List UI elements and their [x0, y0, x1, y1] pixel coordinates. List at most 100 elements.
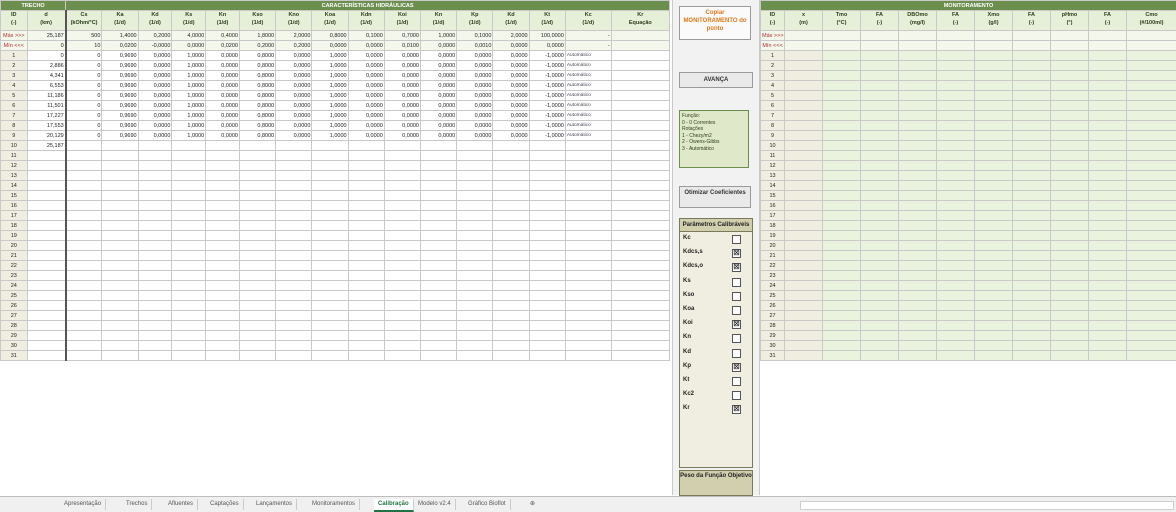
- cell[interactable]: 0: [27, 51, 66, 61]
- cell[interactable]: [937, 111, 975, 121]
- cell[interactable]: [1127, 231, 1176, 241]
- cell[interactable]: [565, 201, 611, 211]
- cell[interactable]: [611, 281, 669, 291]
- cell[interactable]: [457, 151, 493, 161]
- cell[interactable]: [899, 141, 937, 151]
- cell[interactable]: [102, 281, 138, 291]
- avanca-button[interactable]: AVANÇA: [679, 72, 753, 88]
- cell[interactable]: [239, 331, 275, 341]
- cell[interactable]: [1089, 231, 1127, 241]
- horizontal-scrollbar[interactable]: [800, 501, 1174, 510]
- cell[interactable]: 0,0000: [493, 51, 529, 61]
- cell[interactable]: [1127, 311, 1176, 321]
- cell[interactable]: 0,0010: [457, 41, 493, 51]
- cell[interactable]: [421, 341, 457, 351]
- cell[interactable]: [565, 171, 611, 181]
- cell[interactable]: [529, 281, 565, 291]
- cell[interactable]: [1051, 251, 1089, 261]
- cell[interactable]: [276, 281, 312, 291]
- cell[interactable]: [899, 251, 937, 261]
- cell[interactable]: [239, 191, 275, 201]
- cell[interactable]: [384, 141, 420, 151]
- cell[interactable]: [1089, 261, 1127, 271]
- cell[interactable]: [348, 301, 384, 311]
- cell[interactable]: 0,0000: [276, 91, 312, 101]
- cell[interactable]: [1051, 181, 1089, 191]
- cell[interactable]: [861, 91, 899, 101]
- cell[interactable]: [861, 181, 899, 191]
- tab-trechos[interactable]: Trechos: [122, 499, 152, 510]
- cell[interactable]: [1127, 271, 1176, 281]
- cell[interactable]: 19: [1, 231, 28, 241]
- cell[interactable]: 0,0000: [348, 121, 384, 131]
- cell[interactable]: 23: [761, 271, 785, 281]
- cell[interactable]: 17,553: [27, 121, 66, 131]
- cell[interactable]: [785, 341, 823, 351]
- cell[interactable]: 0,8000: [312, 31, 348, 41]
- cell[interactable]: 1,0000: [312, 51, 348, 61]
- cell[interactable]: [975, 31, 1013, 41]
- cell[interactable]: [611, 231, 669, 241]
- cell[interactable]: [785, 291, 823, 301]
- cell[interactable]: [1127, 111, 1176, 121]
- cell[interactable]: [138, 341, 172, 351]
- cell[interactable]: [1051, 111, 1089, 121]
- cell[interactable]: 0,8000: [239, 91, 275, 101]
- cell[interactable]: [172, 321, 206, 331]
- cell[interactable]: 3: [761, 71, 785, 81]
- cell[interactable]: [27, 321, 66, 331]
- cell[interactable]: 15: [761, 191, 785, 201]
- cell[interactable]: [66, 321, 102, 331]
- cell[interactable]: 0,9690: [102, 61, 138, 71]
- cell[interactable]: 23: [1, 271, 28, 281]
- cell[interactable]: [1127, 61, 1176, 71]
- cell[interactable]: [1013, 71, 1051, 81]
- cell[interactable]: [899, 51, 937, 61]
- cell[interactable]: [861, 51, 899, 61]
- cell[interactable]: 17,227: [27, 111, 66, 121]
- cell[interactable]: [823, 311, 861, 321]
- cell[interactable]: [937, 121, 975, 131]
- cell[interactable]: [276, 231, 312, 241]
- cell[interactable]: [384, 301, 420, 311]
- cell[interactable]: [206, 191, 240, 201]
- cell[interactable]: 13: [1, 171, 28, 181]
- cell[interactable]: 2: [761, 61, 785, 71]
- cell[interactable]: 24: [761, 281, 785, 291]
- cell[interactable]: [206, 221, 240, 231]
- cell[interactable]: 0,0000: [421, 111, 457, 121]
- cell[interactable]: [312, 141, 348, 151]
- cell[interactable]: [1127, 321, 1176, 331]
- cell[interactable]: [239, 171, 275, 181]
- cell[interactable]: [565, 321, 611, 331]
- cell[interactable]: [975, 291, 1013, 301]
- cell[interactable]: [899, 111, 937, 121]
- cell[interactable]: [1013, 171, 1051, 181]
- cell[interactable]: [937, 51, 975, 61]
- cell[interactable]: [348, 241, 384, 251]
- cell[interactable]: [565, 141, 611, 151]
- cell[interactable]: [27, 211, 66, 221]
- cell[interactable]: [937, 161, 975, 171]
- cell[interactable]: [529, 261, 565, 271]
- cell[interactable]: [823, 171, 861, 181]
- cell[interactable]: [937, 301, 975, 311]
- cell[interactable]: [421, 331, 457, 341]
- cell[interactable]: [937, 231, 975, 241]
- cell[interactable]: [206, 331, 240, 341]
- cell[interactable]: [66, 211, 102, 221]
- cell[interactable]: 18: [1, 221, 28, 231]
- cell[interactable]: [206, 201, 240, 211]
- cell[interactable]: [937, 171, 975, 181]
- cell[interactable]: [457, 311, 493, 321]
- cell[interactable]: [421, 201, 457, 211]
- cell[interactable]: [102, 351, 138, 361]
- cell[interactable]: [102, 161, 138, 171]
- cell[interactable]: [1013, 281, 1051, 291]
- cell[interactable]: [899, 31, 937, 41]
- cell[interactable]: [348, 161, 384, 171]
- cell[interactable]: [1127, 341, 1176, 351]
- cell[interactable]: [1089, 191, 1127, 201]
- cell[interactable]: [384, 201, 420, 211]
- cell[interactable]: [611, 101, 669, 111]
